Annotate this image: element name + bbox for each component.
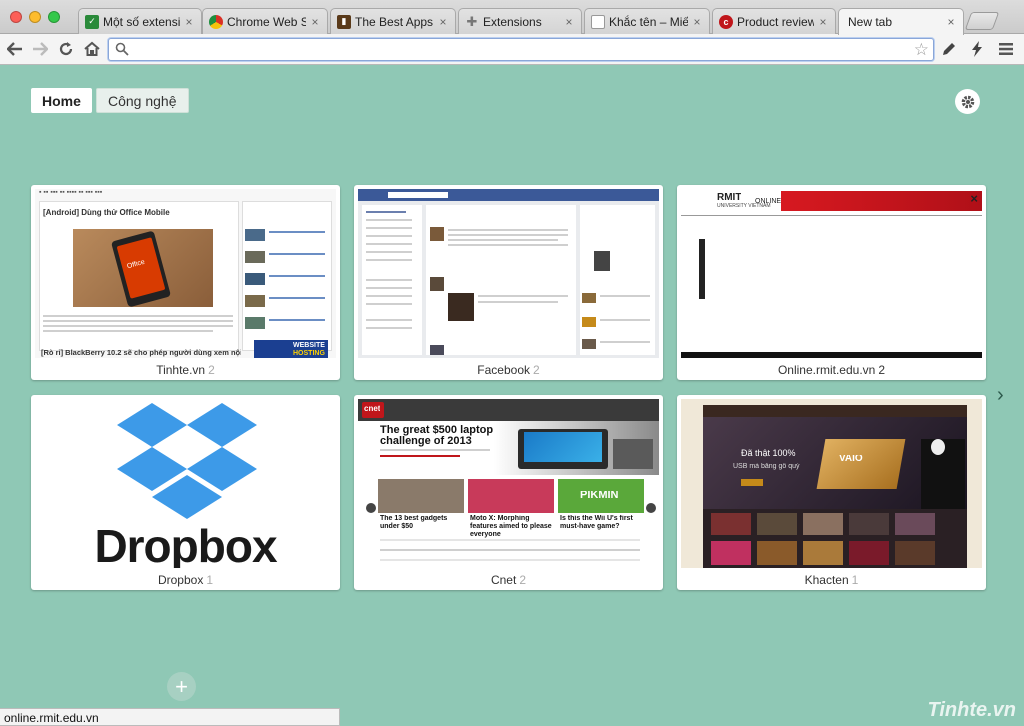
browser-tab[interactable]: c Product reviews ×	[712, 8, 836, 34]
tile-rmit[interactable]: RMIT UNIVERSITY VIETNAM ONLINE × Online.…	[677, 185, 986, 380]
new-tab-button[interactable]	[964, 12, 1000, 30]
tab-title: The Best Apps a	[355, 14, 434, 29]
new-tab-page: Home Công nghệ › ▪ ▪▪ ▪▪▪ ▪▪ ▪▪▪▪ ▪▪ ▪▪▪…	[0, 66, 1024, 726]
close-icon[interactable]: ×	[437, 15, 449, 29]
back-icon[interactable]	[5, 39, 25, 59]
rmit-online: ONLINE	[755, 198, 782, 205]
cnet-logo: cnet	[364, 405, 381, 413]
star-icon[interactable]: ☆	[914, 40, 929, 60]
tile-facebook[interactable]: Facebook 2	[354, 185, 663, 380]
omnibox[interactable]: ☆	[108, 38, 934, 61]
tile-caption: Tinhte.vn 2	[156, 363, 215, 377]
tab-title: Chrome Web Sto	[227, 14, 306, 29]
tab-title: New tab	[848, 15, 893, 29]
tile-caption: Online.rmit.edu.vn 2	[777, 363, 886, 377]
thumb-headline: [Android] Dùng thử Office Mobile	[43, 209, 170, 217]
website-label: WEBSITE	[293, 342, 325, 349]
tile-thumbnail: Đã thật 100% USB mà bằng gỗ quý VAIO	[681, 399, 982, 568]
close-icon[interactable]: ×	[970, 191, 978, 206]
check-icon: ✓	[85, 14, 99, 29]
tab-cong-nghe[interactable]: Công nghệ	[96, 88, 189, 113]
tile-thumbnail: ▪ ▪▪ ▪▪▪ ▪▪ ▪▪▪▪ ▪▪ ▪▪▪ ▪▪▪ [Android] Dù…	[35, 189, 336, 358]
thumb-footer: [Rò rỉ] BlackBerry 10.2 sẽ cho phép ngườ…	[41, 349, 241, 357]
browser-tab[interactable]: Khắc tên – Miến ×	[584, 8, 710, 34]
window-minimize-button[interactable]	[29, 11, 41, 23]
vaio-label: VAIO	[839, 455, 863, 463]
cnet-story: Is this the Wii U's first must-have game…	[560, 515, 633, 530]
browser-tab-active[interactable]: New tab ×	[838, 8, 964, 35]
tile-dropbox[interactable]: Dropbox Dropbox 1	[31, 395, 340, 590]
bolt-icon[interactable]	[967, 39, 987, 59]
book-icon: ▮	[337, 14, 351, 29]
pen-icon[interactable]	[939, 39, 959, 59]
chevron-right-icon[interactable]: ›	[997, 384, 1004, 407]
close-icon[interactable]: ×	[817, 15, 829, 29]
dropbox-wordmark: Dropbox	[94, 521, 277, 568]
rmit-logo: RMIT	[717, 192, 742, 203]
tile-caption: Cnet 2	[490, 573, 527, 587]
gear-icon[interactable]	[955, 89, 980, 114]
tab-home[interactable]: Home	[31, 88, 92, 113]
tile-thumbnail: Dropbox	[35, 399, 336, 568]
cnet-story: Moto X: Morphing features aimed to pleas…	[470, 515, 552, 538]
close-icon[interactable]: ×	[691, 15, 703, 29]
khacten-headline: Đã thật 100%	[741, 449, 796, 457]
tile-cnet[interactable]: cnet The great $500 laptop challenge of …	[354, 395, 663, 590]
forward-icon[interactable]	[30, 39, 50, 59]
close-icon[interactable]: ×	[945, 15, 957, 29]
khacten-subline: USB mà bằng gỗ quý	[733, 463, 800, 470]
tile-caption: Dropbox 1	[157, 573, 214, 587]
tile-caption: Facebook 2	[477, 363, 540, 377]
close-icon[interactable]: ×	[563, 15, 575, 29]
toolbar: ☆	[0, 34, 1024, 65]
window-close-button[interactable]	[10, 11, 22, 23]
hosting-label: HOSTING	[293, 350, 325, 357]
tile-caption: Khacten 1	[804, 573, 859, 587]
tab-title: Product reviews	[737, 14, 814, 29]
tile-thumbnail: RMIT UNIVERSITY VIETNAM ONLINE	[681, 189, 982, 358]
home-icon[interactable]	[82, 39, 102, 59]
tile-thumbnail: cnet The great $500 laptop challenge of …	[358, 399, 659, 568]
close-icon[interactable]: ×	[309, 15, 321, 29]
browser-tab[interactable]: ✓ Một số extensio ×	[78, 8, 202, 34]
tab-title: Một số extensio	[103, 14, 180, 29]
watermark: Tinhte.vn	[927, 699, 1016, 721]
menu-icon[interactable]	[996, 39, 1016, 59]
cnet-headline: The great $500 laptop challenge of 2013	[380, 425, 494, 447]
browser-tab[interactable]: Chrome Web Sto ×	[202, 8, 328, 34]
browser-tab[interactable]: ✚ Extensions ×	[458, 8, 582, 34]
chrome-icon	[209, 14, 223, 29]
tile-tinhte[interactable]: ▪ ▪▪ ▪▪▪ ▪▪ ▪▪▪▪ ▪▪ ▪▪▪ ▪▪▪ [Android] Dù…	[31, 185, 340, 380]
window-zoom-button[interactable]	[48, 11, 60, 23]
reload-icon[interactable]	[56, 39, 76, 59]
plus-icon[interactable]: +	[167, 672, 196, 701]
tab-title: Extensions	[483, 14, 542, 29]
cnet-icon: c	[719, 14, 733, 29]
pikmin-label: PIKMIN	[580, 491, 619, 499]
cnet-story: The 13 best gadgets under $50	[380, 515, 448, 530]
omnibox-input[interactable]	[133, 41, 903, 58]
tile-thumbnail	[358, 189, 659, 358]
tab-strip: ✓ Một số extensio × Chrome Web Sto × ▮ T…	[0, 0, 1024, 35]
browser-tab[interactable]: ▮ The Best Apps a ×	[330, 8, 456, 34]
search-icon	[115, 42, 129, 56]
tile-khacten[interactable]: Đã thật 100% USB mà bằng gỗ quý VAIO Kha…	[677, 395, 986, 590]
tab-title: Khắc tên – Miến	[609, 14, 688, 29]
status-bar: online.rmit.edu.vn	[0, 708, 340, 726]
page-icon	[591, 14, 605, 29]
close-icon[interactable]: ×	[183, 15, 195, 29]
puzzle-icon: ✚	[466, 13, 478, 29]
